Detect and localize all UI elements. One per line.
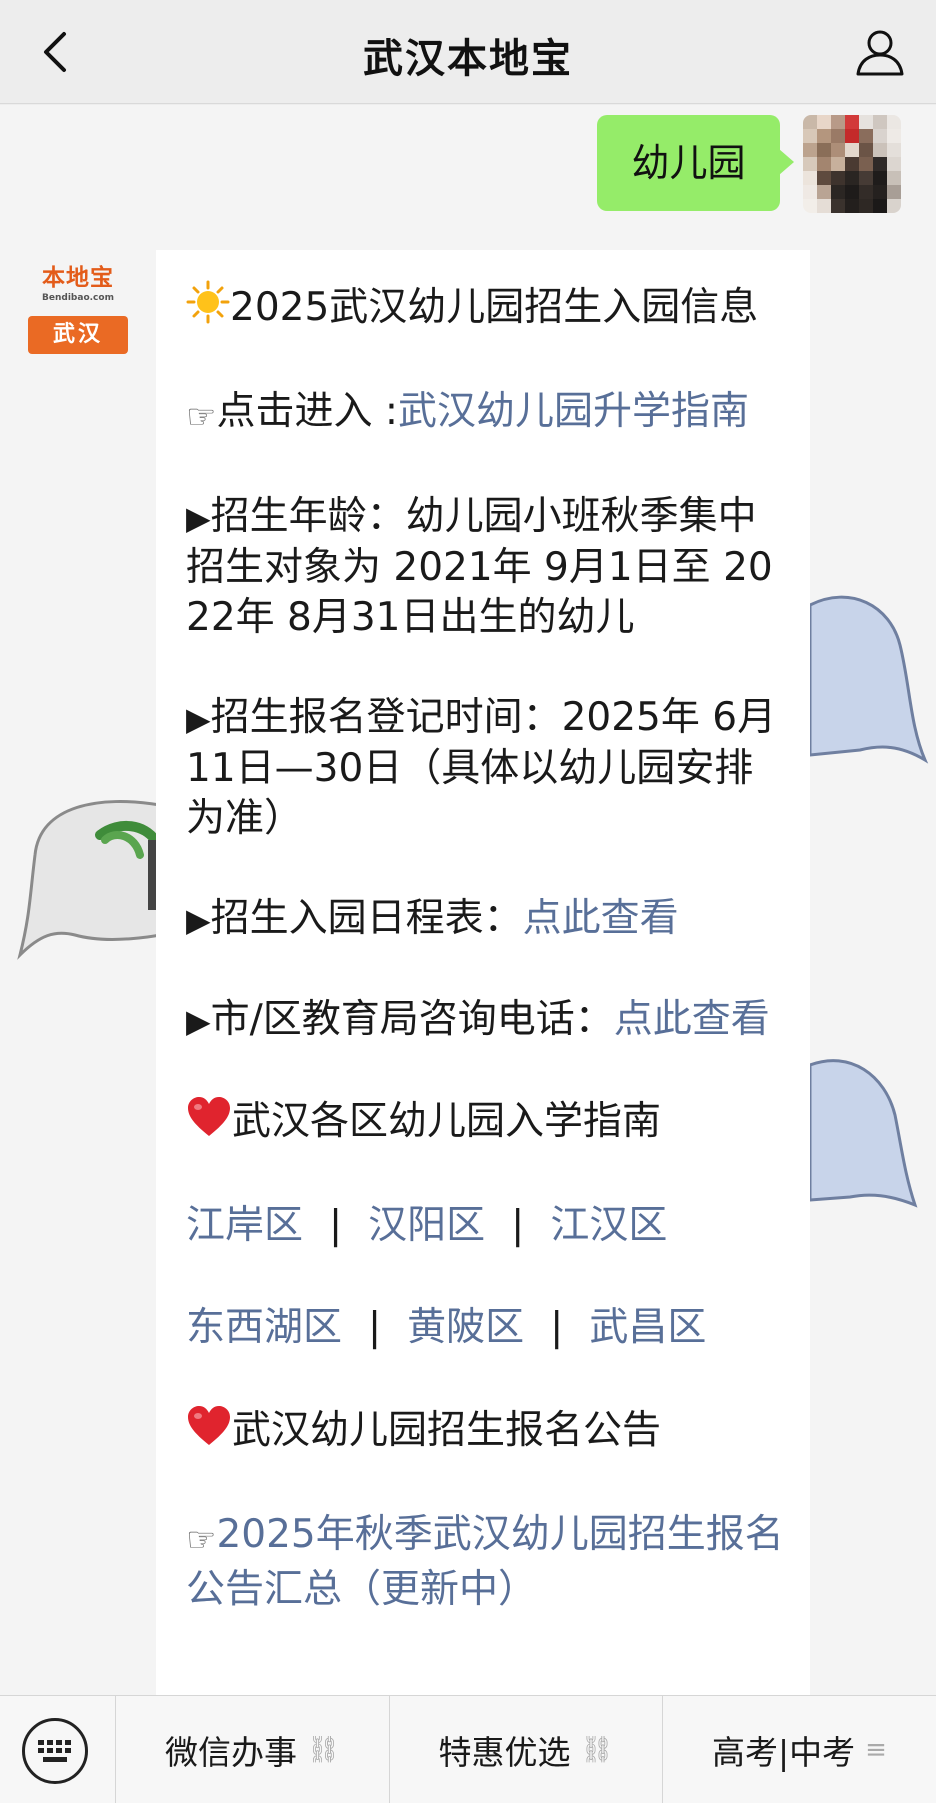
incoming-message-card: 2025武汉幼儿园招生入园信息 ☞点击进入 :武汉幼儿园升学指南 ▶招生年龄：幼… — [156, 250, 810, 1695]
registration-time: ▶招生报名登记时间：2025年 6月11日—30日（具体以幼儿园安排为准） — [186, 693, 786, 844]
guide-prefix: 点击进入 : — [216, 389, 399, 434]
schedule-link[interactable]: 点此查看 — [523, 896, 679, 941]
bottom-menu-bar: 微信办事 ⛓ 特惠优选 ⛓ 高考|中考 ≡ — [0, 1695, 936, 1803]
official-account-avatar[interactable]: 本地宝 Bendibao.com 武汉 — [28, 260, 128, 360]
link-icon: ⛓ — [580, 1735, 614, 1765]
registration-time-text: 招生报名登记时间：2025年 6月11日—30日（具体以幼儿园安排为准） — [186, 695, 777, 841]
sun-icon — [186, 280, 230, 337]
guide-link[interactable]: 武汉幼儿园升学指南 — [398, 389, 749, 434]
schedule-text: 招生入园日程表： — [210, 896, 523, 941]
menu-item-wechat-services[interactable]: 微信办事 ⛓ — [115, 1696, 389, 1803]
heart-icon — [186, 1405, 232, 1460]
menu-item-exams[interactable]: 高考|中考 ≡ — [662, 1696, 936, 1803]
district-guide-heading: 武汉各区幼儿园入学指南 — [186, 1096, 786, 1151]
district-link-jianghan[interactable]: 江汉区 — [550, 1203, 667, 1248]
top-bar: 武汉本地宝 — [0, 0, 936, 104]
announcement-heading: 武汉幼儿园招生报名公告 — [186, 1405, 786, 1460]
play-triangle-icon: ▶ — [186, 901, 211, 939]
separator: | — [368, 1305, 382, 1350]
play-triangle-icon: ▶ — [186, 499, 211, 537]
play-triangle-icon: ▶ — [186, 1002, 211, 1040]
district-link-wuchang[interactable]: 武昌区 — [589, 1305, 706, 1350]
pointing-hand-icon: ☞ — [186, 1520, 217, 1560]
schedule-entry: ▶招生入园日程表：点此查看 — [186, 894, 786, 945]
heart-icon — [186, 1096, 232, 1151]
district-links-row-1: 江岸区 | 汉阳区 | 江汉区 — [186, 1201, 786, 1251]
district-link-dongxihu[interactable]: 东西湖区 — [186, 1305, 342, 1350]
background-bubble-decoration — [810, 595, 929, 764]
hotline-entry: ▶市/区教育局咨询电话：点此查看 — [186, 995, 786, 1046]
menu-item-label: 高考|中考 — [712, 1733, 856, 1772]
announcement-link[interactable]: 2025年秋季武汉幼儿园招生报名公告汇总（更新中） — [186, 1512, 784, 1612]
pointing-hand-icon: ☞ — [186, 397, 217, 437]
chat-title: 武汉本地宝 — [363, 36, 573, 82]
bendibao-logo: 本地宝 Bendibao.com — [28, 260, 128, 314]
play-triangle-icon: ▶ — [186, 700, 211, 738]
outgoing-message-bubble[interactable]: 幼儿园 — [597, 115, 794, 211]
keyboard-icon[interactable] — [22, 1718, 88, 1784]
separator: | — [550, 1305, 564, 1350]
menu-lines-icon: ≡ — [865, 1735, 887, 1765]
chat-area[interactable]: 幼儿园 本地宝 Bendibao.com 武汉 2025武汉幼儿园招生入园信息 … — [0, 105, 936, 1695]
logo-cn: 本地宝 — [42, 265, 114, 291]
enrollment-age-text: 招生年龄：幼儿园小班秋季集中招生对象为 2021年 9月1日至 2022年 8月… — [186, 494, 773, 640]
link-icon: ⛓ — [306, 1735, 340, 1765]
announcement-entry: ☞2025年秋季武汉幼儿园招生报名公告汇总（更新中） — [186, 1510, 786, 1615]
district-link-jiangan[interactable]: 江岸区 — [186, 1203, 303, 1248]
background-bubble-decoration — [810, 1059, 918, 1208]
district-link-huangpi[interactable]: 黄陂区 — [407, 1305, 524, 1350]
menu-item-label: 微信办事 — [164, 1733, 297, 1772]
menu-item-label: 特惠优选 — [438, 1733, 571, 1772]
announcement-heading-text: 武汉幼儿园招生报名公告 — [232, 1408, 662, 1453]
message-headline: 2025武汉幼儿园招生入园信息 — [186, 280, 786, 337]
district-link-hanyang[interactable]: 汉阳区 — [368, 1203, 485, 1248]
background-bubble-decoration — [17, 800, 160, 960]
guide-entry: ☞点击进入 :武汉幼儿园升学指南 — [186, 387, 786, 442]
logo-city: 武汉 — [28, 316, 128, 354]
enrollment-age: ▶招生年龄：幼儿园小班秋季集中招生对象为 2021年 9月1日至 2022年 8… — [186, 492, 786, 643]
separator: | — [329, 1203, 343, 1248]
hotline-link[interactable]: 点此查看 — [614, 997, 770, 1042]
profile-icon[interactable] — [850, 22, 910, 82]
district-guide-text: 武汉各区幼儿园入学指南 — [232, 1099, 662, 1144]
menu-item-deals[interactable]: 特惠优选 ⛓ — [389, 1696, 662, 1803]
separator: | — [511, 1203, 525, 1248]
logo-en: Bendibao.com — [42, 293, 114, 303]
user-avatar[interactable] — [803, 115, 901, 213]
headline-text: 2025武汉幼儿园招生入园信息 — [230, 285, 759, 330]
hotline-text: 市/区教育局咨询电话： — [210, 997, 614, 1042]
district-links-row-2: 东西湖区 | 黄陂区 | 武昌区 — [186, 1303, 786, 1353]
